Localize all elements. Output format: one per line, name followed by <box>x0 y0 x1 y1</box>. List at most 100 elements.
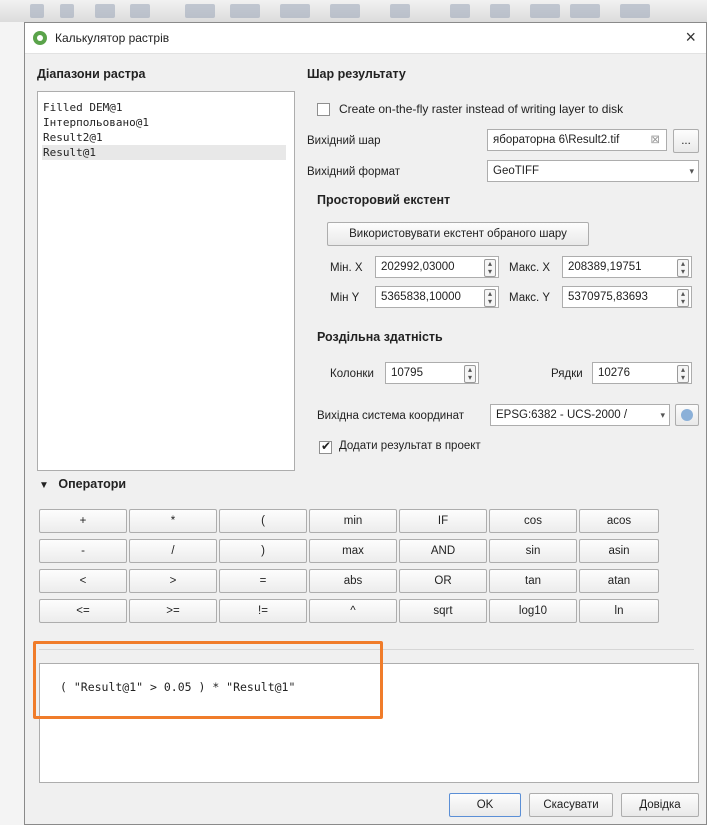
spin-arrows-icon[interactable]: ▴ ▾ <box>484 289 496 307</box>
app-left-strip <box>0 22 25 825</box>
toolbar-icon[interactable] <box>95 4 115 18</box>
operator-if-button[interactable]: IF <box>399 509 487 533</box>
toolbar-icon[interactable] <box>530 4 560 18</box>
operator-close-paren-button[interactable]: ) <box>219 539 307 563</box>
operator-ln-button[interactable]: ln <box>579 599 659 623</box>
clear-icon[interactable]: ⊠ <box>650 130 660 150</box>
operator-and-button[interactable]: AND <box>399 539 487 563</box>
ymin-label: Мін Y <box>330 292 360 304</box>
crs-label: Вихідна система координат <box>317 410 464 422</box>
raster-calculator-dialog: Калькулятор растрів × Діапазони растра F… <box>24 22 707 825</box>
use-selected-extent-button[interactable]: Використовувати екстент обраного шару <box>327 222 589 246</box>
operator-abs-button[interactable]: abs <box>309 569 397 593</box>
operator-or-button[interactable]: OR <box>399 569 487 593</box>
output-format-label: Вихідний формат <box>307 166 401 178</box>
xmax-field[interactable]: 208389,19751 ▴ ▾ <box>562 256 692 278</box>
ok-button[interactable]: OK <box>449 793 521 817</box>
spin-arrows-icon[interactable]: ▴ ▾ <box>484 259 496 277</box>
output-layer-value: ябораторна 6\Result2.tif <box>493 134 620 146</box>
operator-multiply-button[interactable]: * <box>129 509 217 533</box>
qgis-icon <box>33 31 47 45</box>
output-layer-field[interactable]: ябораторна 6\Result2.tif ⊠ <box>487 129 667 151</box>
operator-atan-button[interactable]: atan <box>579 569 659 593</box>
highlight-annotation <box>33 641 383 719</box>
dialog-title: Калькулятор растрів <box>55 31 170 45</box>
raster-band-item-selected[interactable]: Result@1 <box>42 145 286 160</box>
ymax-field[interactable]: 5370975,83693 ▴ ▾ <box>562 286 692 308</box>
operator-less-equal-button[interactable]: <= <box>39 599 127 623</box>
output-layer-label: Вихідний шар <box>307 135 381 147</box>
crs-select[interactable]: EPSG:6382 - UCS-2000 / ▾ <box>490 404 670 426</box>
add-to-project-label: Додати результат в проект <box>339 440 481 452</box>
on-the-fly-checkbox[interactable] <box>317 103 330 116</box>
rows-field[interactable]: 10276 ▴ ▾ <box>592 362 692 384</box>
operator-equal-button[interactable]: = <box>219 569 307 593</box>
spin-arrows-icon[interactable]: ▴ ▾ <box>677 259 689 277</box>
close-icon[interactable]: × <box>685 27 696 48</box>
toolbar-icon[interactable] <box>130 4 150 18</box>
operator-sqrt-button[interactable]: sqrt <box>399 599 487 623</box>
browse-button[interactable]: ... <box>673 129 699 153</box>
app-toolbar <box>0 0 707 23</box>
output-format-select[interactable]: GeoTIFF ▾ <box>487 160 699 182</box>
xmin-field[interactable]: 202992,03000 ▴ ▾ <box>375 256 499 278</box>
toolbar-icon[interactable] <box>330 4 360 18</box>
raster-bands-list[interactable]: Filled DEM@1 Інтерпольовано@1 Result2@1 … <box>37 91 295 471</box>
operator-greater-button[interactable]: > <box>129 569 217 593</box>
toolbar-icon[interactable] <box>60 4 74 18</box>
toolbar-icon[interactable] <box>390 4 410 18</box>
raster-bands-heading: Діапазони растра <box>37 67 146 81</box>
crs-selector-button[interactable] <box>675 404 699 426</box>
add-to-project-checkbox[interactable] <box>319 439 332 454</box>
spin-arrows-icon[interactable]: ▴ ▾ <box>464 365 476 383</box>
toolbar-icon[interactable] <box>280 4 310 18</box>
xmin-label: Мін. X <box>330 262 363 274</box>
toolbar-icon[interactable] <box>570 4 600 18</box>
chevron-down-icon: ▾ <box>689 166 694 176</box>
operator-cos-button[interactable]: cos <box>489 509 577 533</box>
columns-field[interactable]: 10795 ▴ ▾ <box>385 362 479 384</box>
operator-acos-button[interactable]: acos <box>579 509 659 533</box>
cancel-button[interactable]: Скасувати <box>529 793 613 817</box>
operator-minus-button[interactable]: - <box>39 539 127 563</box>
raster-band-item[interactable]: Result2@1 <box>42 130 286 145</box>
operator-less-button[interactable]: < <box>39 569 127 593</box>
output-format-value: GeoTIFF <box>493 165 540 177</box>
help-button[interactable]: Довідка <box>621 793 699 817</box>
raster-band-item[interactable]: Filled DEM@1 <box>42 100 286 115</box>
toolbar-icon[interactable] <box>30 4 44 18</box>
operator-open-paren-button[interactable]: ( <box>219 509 307 533</box>
on-the-fly-label: Create on-the-fly raster instead of writ… <box>339 102 624 116</box>
toolbar-icon[interactable] <box>450 4 470 18</box>
toolbar-icon[interactable] <box>185 4 215 18</box>
operator-log10-button[interactable]: log10 <box>489 599 577 623</box>
operator-greater-equal-button[interactable]: >= <box>129 599 217 623</box>
ymax-label: Макс. Y <box>509 292 551 304</box>
extent-heading: Просторовий екстент <box>317 193 451 207</box>
operator-tan-button[interactable]: tan <box>489 569 577 593</box>
operator-sin-button[interactable]: sin <box>489 539 577 563</box>
operator-asin-button[interactable]: asin <box>579 539 659 563</box>
operator-plus-button[interactable]: + <box>39 509 127 533</box>
rows-value: 10276 <box>598 367 630 379</box>
raster-band-item[interactable]: Інтерпольовано@1 <box>42 115 286 130</box>
operator-min-button[interactable]: min <box>309 509 397 533</box>
chevron-down-icon: ▾ <box>660 410 665 420</box>
toolbar-icon[interactable] <box>490 4 510 18</box>
resolution-heading: Роздільна здатність <box>317 330 443 344</box>
xmin-value: 202992,03000 <box>381 261 455 273</box>
result-layer-heading: Шар результату <box>307 67 406 81</box>
ymin-field[interactable]: 5365838,10000 ▴ ▾ <box>375 286 499 308</box>
xmax-value: 208389,19751 <box>568 261 642 273</box>
toolbar-icon[interactable] <box>230 4 260 18</box>
operator-divide-button[interactable]: / <box>129 539 217 563</box>
toolbar-icon[interactable] <box>620 4 650 18</box>
spin-arrows-icon[interactable]: ▴ ▾ <box>677 289 689 307</box>
spin-arrows-icon[interactable]: ▴ ▾ <box>677 365 689 383</box>
operators-heading[interactable]: ▼ Оператори <box>39 477 126 491</box>
operator-power-button[interactable]: ^ <box>309 599 397 623</box>
operator-max-button[interactable]: max <box>309 539 397 563</box>
rows-label: Рядки <box>551 368 583 380</box>
columns-label: Колонки <box>330 368 374 380</box>
operator-not-equal-button[interactable]: != <box>219 599 307 623</box>
